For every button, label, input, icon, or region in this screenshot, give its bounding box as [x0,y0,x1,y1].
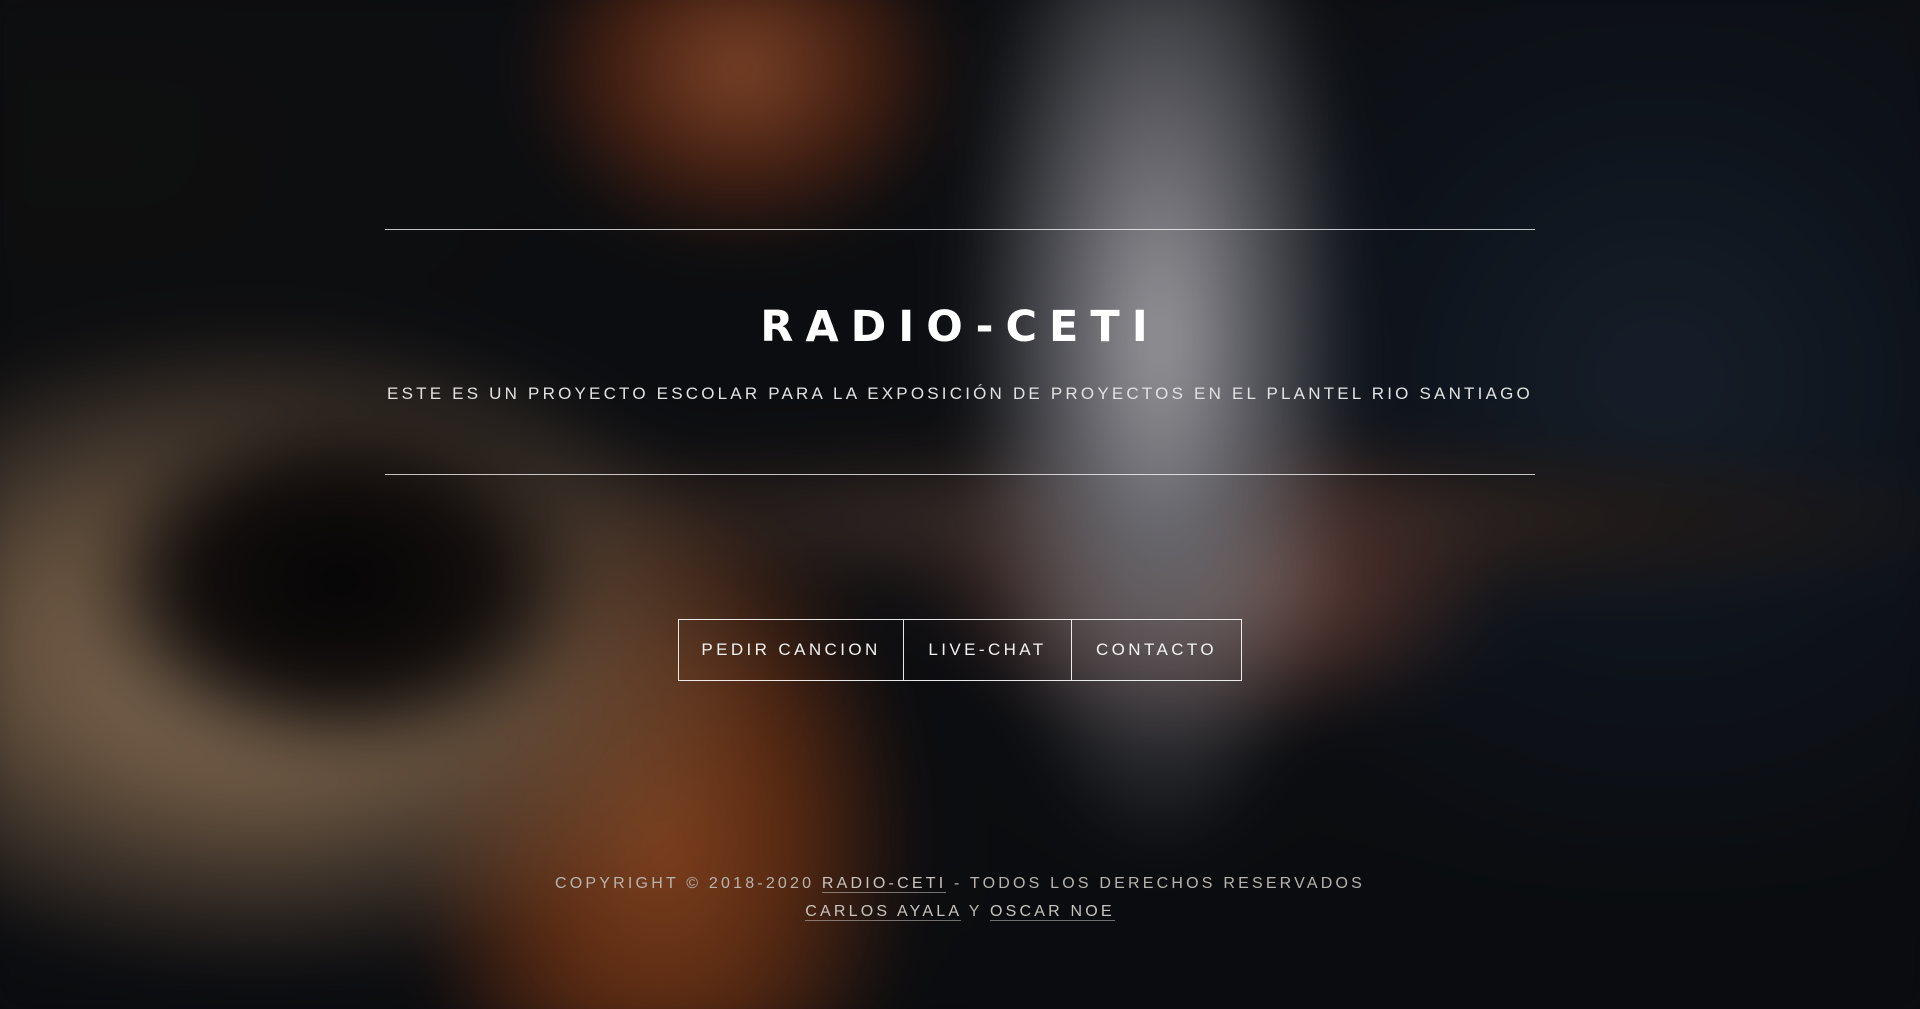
divider-top [385,229,1535,230]
copyright-line: COPYRIGHT © 2018-2020 RADIO-CETI - TODOS… [0,870,1920,898]
divider-bottom [385,474,1535,475]
nav-button-group: PEDIR CANCION LIVE-CHAT CONTACTO [678,619,1242,681]
contact-button[interactable]: CONTACTO [1071,620,1241,680]
live-chat-button[interactable]: LIVE-CHAT [903,620,1071,680]
hero: RADIO-CETI ESTE ES UN PROYECTO ESCOLAR P… [0,0,1920,1009]
request-song-button[interactable]: PEDIR CANCION [679,620,903,680]
copyright-suffix: - TODOS LOS DERECHOS RESERVADOS [954,875,1365,892]
author-link-oscar[interactable]: OSCAR NOE [989,903,1115,921]
footer: COPYRIGHT © 2018-2020 RADIO-CETI - TODOS… [0,870,1920,926]
site-subtitle: ESTE ES UN PROYECTO ESCOLAR PARA LA EXPO… [387,384,1533,403]
author-link-carlos[interactable]: CARLOS AYALA [805,903,962,921]
site-title: RADIO-CETI [760,302,1160,352]
copyright-prefix: COPYRIGHT © 2018-2020 [555,875,815,892]
authors-line: CARLOS AYALA Y OSCAR NOE [0,898,1920,926]
authors-conjunction: Y [968,903,983,920]
page: RADIO-CETI ESTE ES UN PROYECTO ESCOLAR P… [0,0,1920,1009]
site-link[interactable]: RADIO-CETI [821,875,947,893]
